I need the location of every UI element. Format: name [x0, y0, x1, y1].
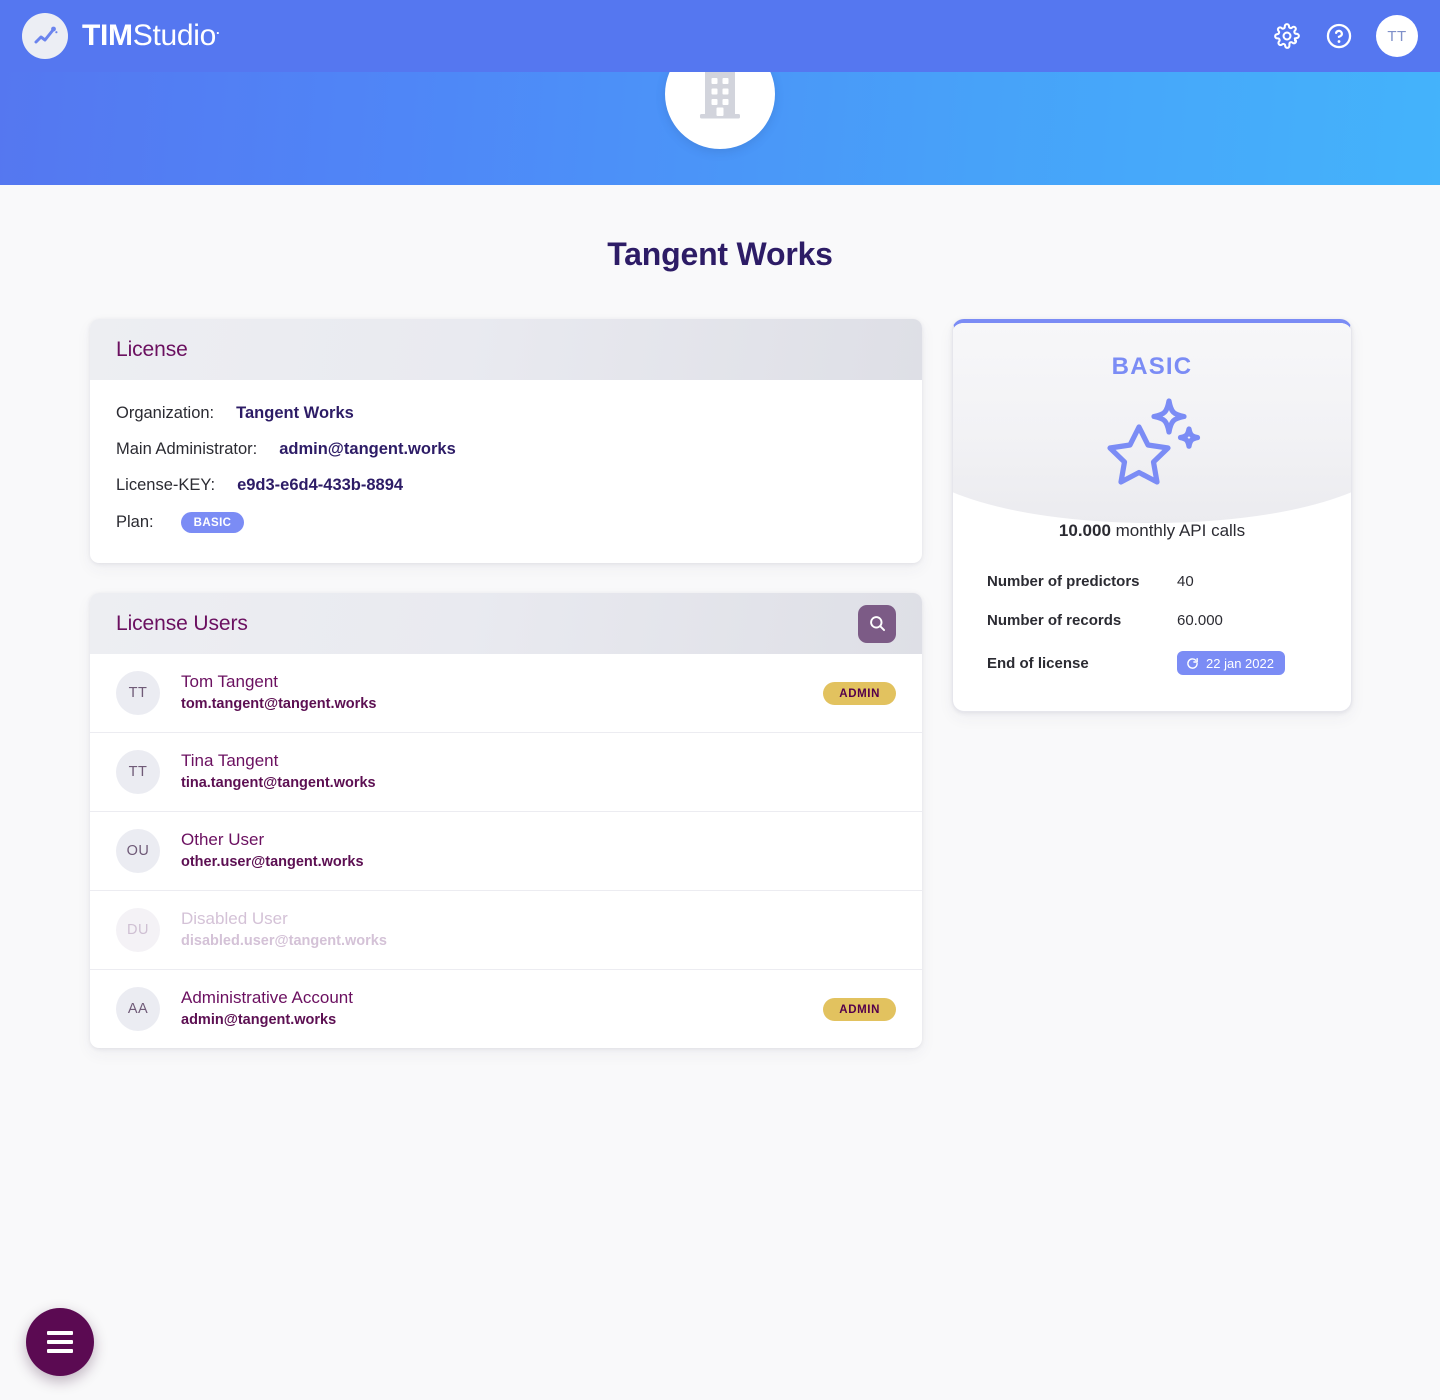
license-label-plan: Plan: [116, 513, 154, 531]
license-card-body: Organization: Tangent Works Main Adminis… [90, 380, 922, 563]
brand-name-bold: TIM [82, 19, 133, 52]
avatar[interactable]: TT [1376, 15, 1418, 57]
license-card-header: License [90, 319, 922, 380]
end-of-license-date: 22 jan 2022 [1206, 656, 1274, 671]
brand-text: TIMStudio. [82, 19, 220, 53]
card-spacer [90, 563, 922, 593]
spec-row-end-of-license: End of license 22 jan 2022 [987, 651, 1317, 675]
chart-trend-logo-icon [22, 13, 68, 59]
plan-card-title: BASIC [1111, 353, 1193, 380]
brand-name-light: Studio [132, 19, 217, 52]
spec-row-records: Number of records 60.000 [987, 612, 1317, 629]
avatar-initials: TT [128, 764, 148, 780]
user-info: Tina Tangent tina.tangent@tangent.works [181, 750, 376, 793]
license-row-organization: Organization: Tangent Works [116, 404, 896, 423]
license-row-plan: Plan: BASIC [116, 512, 896, 533]
user-info: Tom Tangent tom.tangent@tangent.works [181, 671, 376, 714]
hamburger-menu-icon [47, 1331, 73, 1353]
table-row[interactable]: TT Tom Tangent tom.tangent@tangent.works… [90, 654, 922, 733]
license-row-license-key: License-KEY: e9d3-e6d4-433b-8894 [116, 476, 896, 495]
user-email: disabled.user@tangent.works [181, 933, 387, 950]
left-column: License Organization: Tangent Works Main… [90, 319, 922, 1048]
user-email: tom.tangent@tangent.works [181, 696, 377, 713]
user-info: Other User other.user@tangent.works [181, 829, 364, 872]
license-label-organization: Organization: [116, 404, 215, 422]
user-email: other.user@tangent.works [181, 854, 364, 871]
avatar-initials: TT [1387, 27, 1407, 45]
avatar-initials: OU [126, 843, 150, 859]
plan-api-calls-suffix: monthly API calls [1110, 521, 1246, 540]
status-badge: ADMIN [823, 997, 896, 1021]
plan-api-calls-value: 10.000 [1058, 521, 1111, 540]
table-row[interactable]: TT Tina Tangent tina.tangent@tangent.wor… [90, 733, 922, 812]
plan-card: BASIC 10.000 monthly API calls Number of… [952, 319, 1352, 712]
brand[interactable]: TIMStudio. [22, 13, 220, 59]
user-name: Disabled User [181, 909, 288, 929]
search-icon [869, 616, 885, 632]
menu-fab-button[interactable] [26, 1308, 94, 1376]
table-row[interactable]: AA Administrative Account admin@tangent.… [90, 970, 922, 1048]
plan-card-inner: BASIC 10.000 monthly API calls Number of… [953, 323, 1351, 675]
spec-row-predictors: Number of predictors 40 [987, 573, 1317, 590]
license-card: License Organization: Tangent Works Main… [90, 319, 922, 563]
spec-value-predictors: 40 [1177, 573, 1194, 590]
building-icon [700, 70, 740, 119]
avatar-initials: DU [127, 922, 149, 938]
spec-key-end-of-license: End of license [987, 654, 1089, 672]
table-row[interactable]: DU Disabled User disabled.user@tangent.w… [90, 891, 922, 970]
question-circle-icon[interactable] [1324, 21, 1354, 51]
user-email: tina.tangent@tangent.works [181, 775, 376, 792]
plan-badge: BASIC [180, 512, 245, 533]
license-users-card-title: License Users [116, 611, 248, 635]
avatar: TT [116, 750, 160, 794]
page-title: Tangent Works [607, 236, 833, 272]
license-users-card-header: License Users [90, 593, 922, 654]
search-button[interactable] [858, 604, 896, 643]
license-label-main-administrator: Main Administrator: [116, 440, 258, 458]
main-content: License Organization: Tangent Works Main… [0, 319, 1440, 1048]
user-name: Administrative Account [181, 988, 353, 1008]
avatar-initials: AA [127, 1001, 149, 1017]
avatar: DU [116, 908, 160, 952]
table-row[interactable]: OU Other User other.user@tangent.works [90, 812, 922, 891]
license-value-main-administrator: admin@tangent.works [279, 440, 456, 458]
avatar: AA [116, 987, 160, 1031]
refresh-icon [1187, 658, 1198, 669]
license-value-license-key: e9d3-e6d4-433b-8894 [237, 476, 404, 494]
right-column: BASIC 10.000 monthly API calls Number of… [952, 319, 1352, 712]
spec-key-records: Number of records [987, 612, 1122, 629]
plan-specs: Number of predictors 40 Number of record… [953, 573, 1351, 675]
status-badge: ADMIN [823, 681, 896, 705]
license-label-license-key: License-KEY: [116, 476, 216, 494]
brand-mark: . [216, 22, 220, 37]
gear-icon[interactable] [1272, 21, 1302, 51]
spec-value-records: 60.000 [1177, 612, 1223, 629]
avatar: OU [116, 829, 160, 873]
license-row-main-administrator: Main Administrator: admin@tangent.works [116, 440, 896, 459]
spec-key-predictors: Number of predictors [987, 573, 1140, 590]
license-users-card: License Users TT Tom Tangent tom.tangent… [90, 593, 922, 1048]
renew-license-button[interactable]: 22 jan 2022 [1177, 651, 1285, 675]
top-navigation-bar: TIMStudio. TT [0, 0, 1440, 72]
user-name: Tina Tangent [181, 751, 279, 771]
plan-api-calls: 10.000 monthly API calls [953, 521, 1351, 541]
sparkle-star-icon [953, 393, 1351, 487]
user-email: admin@tangent.works [181, 1012, 337, 1029]
license-value-organization: Tangent Works [236, 404, 354, 422]
user-info: Disabled User disabled.user@tangent.work… [181, 908, 387, 951]
user-name: Tom Tangent [181, 672, 279, 692]
avatar-initials: TT [128, 685, 148, 701]
user-name: Other User [181, 830, 265, 850]
nav-actions: TT [1272, 15, 1418, 57]
user-info: Administrative Account admin@tangent.wor… [181, 987, 353, 1030]
avatar: TT [116, 671, 160, 715]
license-card-title: License [116, 337, 188, 361]
